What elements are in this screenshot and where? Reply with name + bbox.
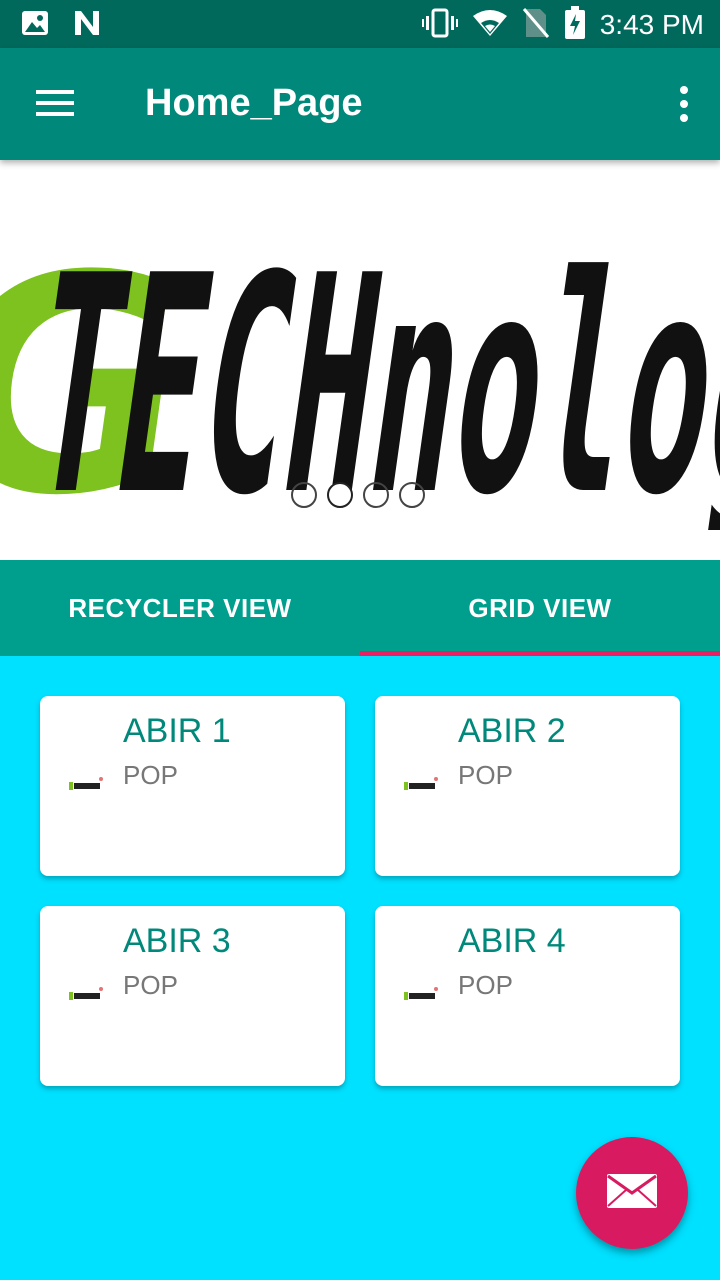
card-title: ABIR 3: [123, 922, 231, 960]
no-sim-icon: [522, 7, 550, 43]
card-subtitle: POP: [458, 970, 513, 1000]
n-notification-icon: [72, 8, 102, 42]
card-subtitle: POP: [458, 760, 513, 790]
card-subtitle: POP: [123, 760, 178, 790]
clock-time: 3:43 PM: [599, 9, 704, 40]
email-icon: [606, 1173, 658, 1213]
status-bar: 3:43 PM: [0, 0, 720, 48]
slider-indicators: [291, 482, 425, 508]
page-title: Home_Page: [145, 82, 363, 124]
grid-card[interactable]: ABIR 2 POP: [375, 696, 680, 876]
email-fab-button[interactable]: [576, 1137, 688, 1249]
battery-charging-icon: [564, 6, 586, 44]
hamburger-menu-icon[interactable]: [36, 88, 76, 120]
thumbnail-image: [404, 777, 438, 790]
slider-dot-3[interactable]: [363, 482, 389, 508]
card-subtitle: POP: [123, 970, 178, 1000]
grid-card[interactable]: ABIR 3 POP: [40, 906, 345, 1086]
status-left-icons: [20, 8, 102, 42]
image-icon: [20, 8, 50, 42]
thumbnail-image: [69, 987, 103, 1000]
status-right-icons: 3:43 PM: [421, 6, 704, 44]
app-bar: Home_Page: [0, 48, 720, 160]
tab-grid-view[interactable]: GRID VIEW: [360, 560, 720, 656]
grid-list: ABIR 1 POP ABIR 2 POP ABIR 3 POP ABIR 4 …: [40, 696, 680, 1106]
thumbnail-image: [69, 777, 103, 790]
tab-bar: RECYCLER VIEW GRID VIEW: [0, 560, 720, 656]
grid-card[interactable]: ABIR 4 POP: [375, 906, 680, 1086]
slider-dot-4[interactable]: [399, 482, 425, 508]
card-title: ABIR 1: [123, 712, 231, 750]
tab-recycler-view[interactable]: RECYCLER VIEW: [0, 560, 360, 656]
vibrate-icon: [421, 8, 458, 42]
overflow-menu-icon[interactable]: [678, 86, 690, 122]
thumbnail-image: [404, 987, 438, 1000]
slider-dot-2[interactable]: [327, 482, 353, 508]
card-title: ABIR 4: [458, 922, 566, 960]
grid-card[interactable]: ABIR 1 POP: [40, 696, 345, 876]
wifi-icon: [472, 8, 508, 42]
slider-dot-1[interactable]: [291, 482, 317, 508]
card-title: ABIR 2: [458, 712, 566, 750]
